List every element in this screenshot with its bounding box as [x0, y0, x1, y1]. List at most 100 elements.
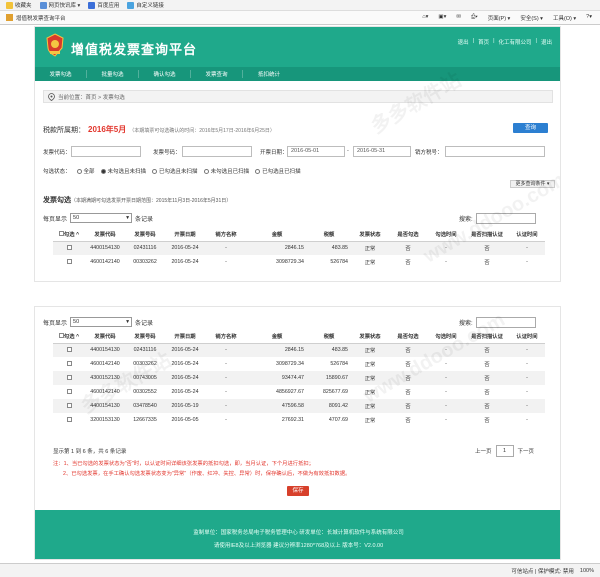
table-cell: - [427, 371, 465, 385]
column-header[interactable]: 认证时间 [509, 227, 545, 242]
table-cell: 4300152130 [85, 371, 125, 385]
nav-invoice-check[interactable]: 发票勾选 [35, 70, 87, 78]
status-unchecked-scanned-radio[interactable]: 未勾选且已扫描 [203, 167, 249, 175]
per-page-select[interactable]: 50 [70, 213, 133, 223]
status-all-radio[interactable]: 全部 [76, 167, 95, 175]
user-sep-1: | [472, 38, 475, 44]
feed-toolbar-icon[interactable]: ▣▾ [438, 14, 446, 22]
zoom-level[interactable]: 100% [580, 568, 594, 574]
column-header[interactable]: 勾选时间 [427, 329, 465, 344]
table-row[interactable]: 4300152130 00743005 2016-05-24-93474.47 158… [53, 371, 545, 385]
column-header[interactable]: 发票号码 [125, 329, 165, 344]
table-cell: 正常 [364, 390, 376, 396]
column-header[interactable]: 勾选 ^ [53, 329, 85, 344]
column-header[interactable]: 是否勾选 [389, 329, 427, 344]
row-checkbox[interactable] [66, 374, 72, 380]
column-header[interactable]: 税额 [307, 227, 351, 242]
favorites-button[interactable]: 收藏夹 [6, 1, 32, 10]
browser-tab[interactable]: 增值税发票查询平台 [6, 14, 66, 22]
row-checkbox[interactable] [66, 388, 72, 394]
fav-item-feed[interactable]: 网页快讯库 ▾ [39, 1, 80, 10]
table-cell: - [526, 259, 528, 265]
safety-menu[interactable]: 安全(S) ▾ [520, 14, 543, 22]
seller-tax-input[interactable] [445, 146, 545, 157]
status-checked-unscanned-radio[interactable]: 已勾选且未扫描 [152, 167, 198, 175]
column-header[interactable]: 勾选时间 [427, 227, 465, 242]
table-cell: 526784 [330, 259, 348, 265]
table-cell: - [225, 417, 227, 423]
column-header[interactable]: 开票日期 [165, 329, 205, 344]
table-cell: - [205, 241, 247, 255]
table-cell: 00743005 [125, 371, 165, 385]
invoice-number-input[interactable] [182, 146, 252, 157]
print-icon[interactable]: ⎙▾ [471, 14, 478, 22]
security-zone[interactable]: 可信站点 | 保护模式: 禁用 [511, 567, 574, 575]
date-from-input[interactable]: 2016-05-01 [287, 146, 345, 157]
nav-invoice-query[interactable]: 发票查询 [191, 70, 243, 78]
nav-batch-check[interactable]: 批量勾选 [87, 70, 139, 78]
column-header[interactable]: 金额 [247, 227, 307, 242]
invoice-code-input[interactable] [71, 146, 141, 157]
column-header[interactable]: 是否扫描认证 [465, 227, 509, 242]
row-checkbox[interactable] [66, 244, 72, 250]
column-header[interactable]: 开票日期 [165, 227, 205, 242]
status-checked-scanned-radio[interactable]: 已勾选且已扫描 [255, 167, 301, 175]
table-row[interactable]: 4600142140 00303262 2016-05-24 - 3098729.34 5… [53, 255, 545, 269]
column-header[interactable]: 金额 [247, 329, 307, 344]
table-row[interactable]: 4400154130 03478540 2016-05-19-47596.58 809… [53, 399, 545, 413]
column-header[interactable]: 认证时间 [509, 329, 545, 344]
row-checkbox[interactable] [66, 402, 72, 408]
table-row[interactable]: 4400154130 02431116 2016-05-24-2846.15 483.… [53, 343, 545, 357]
user-company: 化工有限公司 [498, 40, 532, 46]
save-button[interactable]: 保存 [287, 486, 309, 496]
table-row[interactable]: 4400154130 02431116 2016-05-24-2846.15 483.… [53, 241, 545, 255]
fav-item-custom[interactable]: 自定义链接 [127, 1, 164, 10]
more-filters-button[interactable]: 更多查询条件 ▾ [510, 180, 555, 188]
table-cell: 否 [405, 362, 411, 368]
help-icon[interactable]: ?▾ [586, 14, 592, 22]
column-header[interactable]: 发票代码 [85, 227, 125, 242]
row-checkbox[interactable] [66, 346, 72, 352]
column-header[interactable]: 发票状态 [351, 329, 389, 344]
next-page-link[interactable]: 下一页 [518, 447, 535, 455]
table-cell: 2016-05-19 [165, 399, 205, 413]
query-button[interactable]: 查询 [513, 123, 548, 133]
nav-deduct-stats[interactable]: 抵扣统计 [243, 70, 295, 78]
logout-link[interactable]: 退出 [541, 38, 552, 46]
search-input[interactable] [475, 213, 536, 224]
fav-item-baidu[interactable]: 百度应用 [88, 1, 119, 10]
tools-menu[interactable]: 工具(O) ▾ [553, 14, 576, 22]
user-link-1[interactable]: 退出 [458, 38, 469, 46]
table-row[interactable]: 3200153130 12667335 2016-05-05 - 27692.31 470… [53, 413, 545, 427]
nav-confirm-check[interactable]: 确认勾选 [139, 70, 191, 78]
page-menu[interactable]: 页面(P) ▾ [488, 14, 511, 22]
mail-icon[interactable]: ✉ [456, 14, 461, 22]
user-link-home[interactable]: 首页 [478, 38, 489, 46]
table-row[interactable]: 4600142140 00303262 2016-05-24 - 3098729.34 5… [53, 357, 545, 371]
table-row[interactable]: 4600142140 00302552 2016-05-24 - 4856927.67 8… [53, 385, 545, 399]
column-header[interactable]: 是否勾选 [389, 227, 427, 242]
column-header[interactable]: 发票代码 [85, 329, 125, 344]
column-header[interactable]: 是否扫描认证 [465, 329, 509, 344]
home-icon[interactable]: ⌂▾ [422, 14, 428, 22]
table-cell: 4600142140 [90, 259, 120, 265]
table-cell: 否 [405, 260, 411, 266]
column-header[interactable]: 税额 [307, 329, 351, 344]
row-checkbox[interactable] [66, 360, 72, 366]
column-header[interactable]: 发票号码 [125, 227, 165, 242]
prev-page-link[interactable]: 上一页 [475, 447, 492, 455]
page-number[interactable]: 1 [495, 445, 514, 457]
column-header[interactable]: 勾选 ^ [53, 227, 85, 242]
per-page-select-2[interactable]: 50 [70, 317, 133, 327]
table-cell: 4600142140 [90, 361, 120, 367]
table-cell: 正常 [364, 362, 376, 368]
column-header[interactable]: 销方名称 [205, 329, 247, 344]
search-input-2[interactable] [475, 317, 536, 328]
date-to-input[interactable]: 2016-05-31 [353, 146, 411, 157]
row-checkbox[interactable] [66, 416, 72, 422]
column-header[interactable]: 发票状态 [351, 227, 389, 242]
status-unchecked-unscanned-radio[interactable]: 未勾选且未扫描 [100, 167, 146, 175]
row-checkbox[interactable] [66, 258, 72, 264]
column-header[interactable]: 销方名称 [205, 227, 247, 242]
baidu-icon [88, 2, 96, 10]
